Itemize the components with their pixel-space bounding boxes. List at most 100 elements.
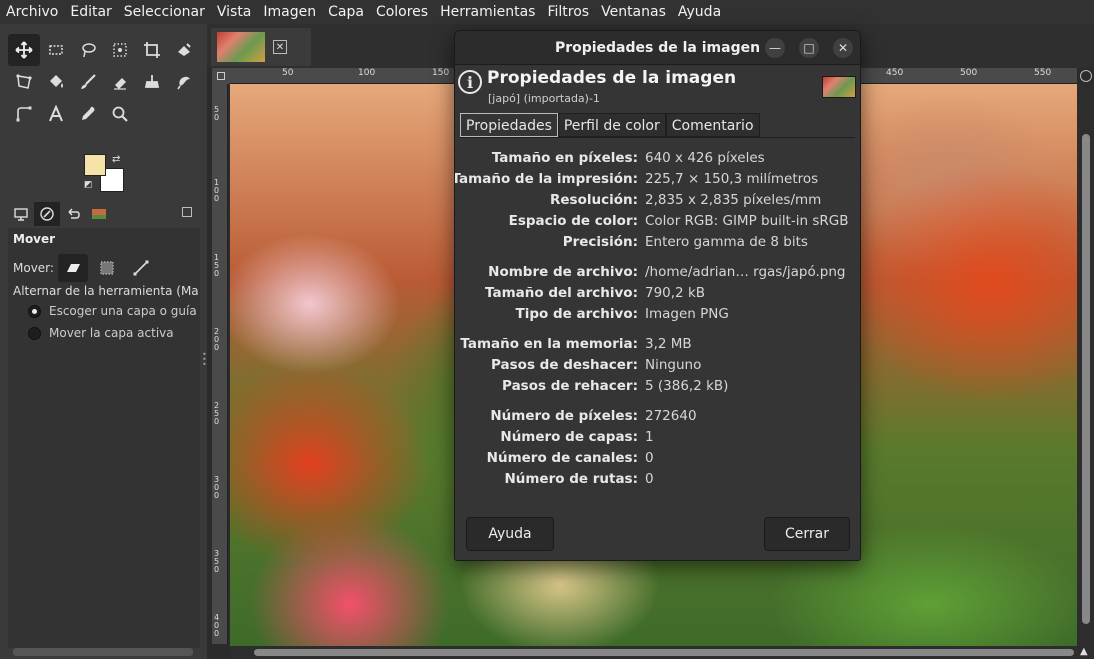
menu-ventanas[interactable]: Ventanas [595, 0, 672, 24]
device-status-tab-icon[interactable] [34, 202, 60, 226]
menu-colores[interactable]: Colores [370, 0, 434, 24]
ruler-v-label: 5 0 [214, 105, 220, 122]
menu-vista[interactable]: Vista [211, 0, 258, 24]
tab-comentario[interactable]: Comentario [665, 113, 760, 137]
dialog-titlebar[interactable]: Propiedades de la imagen — □ ✕ [455, 31, 860, 65]
property-label: Resolución: [549, 192, 638, 208]
property-label: Tamaño del archivo: [485, 285, 638, 301]
dock-resize-handle[interactable]: • • • [202, 351, 207, 369]
property-row: Número de canales: 0 [460, 450, 855, 471]
move-tool-icon[interactable] [8, 34, 40, 66]
ruler-h-label: 500 [960, 68, 978, 78]
navigate-icon[interactable] [1080, 70, 1092, 82]
zoom-toggle-icon[interactable]: ▲ [1080, 646, 1088, 657]
horizontal-scrollbar-thumb[interactable] [254, 649, 1074, 656]
radio-move-active-dot[interactable] [28, 326, 41, 340]
menu-seleccionar[interactable]: Seleccionar [118, 0, 211, 24]
help-button[interactable]: Ayuda [466, 517, 554, 551]
property-value: 3,2 MB [645, 336, 692, 352]
property-value: Imagen PNG [645, 306, 729, 322]
tab-propiedades[interactable]: Propiedades [460, 113, 558, 137]
move-mode-label: Mover: [13, 261, 54, 275]
undo-history-tab-icon[interactable] [60, 202, 86, 226]
foreground-color[interactable] [84, 154, 106, 176]
property-row: Número de píxeles: 272640 [460, 408, 855, 429]
tool-options-scrollbar[interactable] [13, 648, 193, 656]
smudge-icon[interactable] [168, 66, 200, 98]
transform-icon[interactable] [168, 34, 200, 66]
quick-mask-icon [217, 72, 225, 80]
property-row: Tipo de archivo: Imagen PNG [460, 306, 855, 327]
property-label: Precisión: [562, 234, 638, 250]
fuzzy-select-icon[interactable] [104, 34, 136, 66]
vertical-ruler[interactable]: 5 0 1 0 0 1 5 0 2 0 0 2 5 0 3 0 0 3 5 0 … [212, 84, 228, 644]
warp-icon[interactable] [8, 66, 40, 98]
property-value: 2,835 x 2,835 píxeles/mm [645, 192, 822, 208]
property-value: 640 x 426 píxeles [645, 150, 765, 166]
menu-filtros[interactable]: Filtros [541, 0, 595, 24]
property-row: Número de capas: 1 [460, 429, 855, 450]
property-label: Tipo de archivo: [515, 306, 638, 322]
zoom-icon[interactable] [104, 98, 136, 130]
property-label: Pasos de deshacer: [491, 357, 638, 373]
text-icon[interactable] [40, 98, 72, 130]
ruler-h-label: 100 [358, 68, 376, 78]
toolbox [8, 34, 200, 130]
bucket-icon[interactable] [40, 66, 72, 98]
menu-imagen[interactable]: Imagen [257, 0, 322, 24]
clone-icon[interactable] [136, 66, 168, 98]
menu-ayuda[interactable]: Ayuda [672, 0, 727, 24]
dialog-header-subtitle: [japó] (importada)-1 [488, 92, 600, 105]
radio-pick-layer-dot[interactable] [28, 304, 41, 318]
swap-colors-icon[interactable]: ⇄ [112, 154, 120, 165]
quick-mask-toggle[interactable] [212, 68, 230, 84]
menu-archivo[interactable]: Archivo [0, 0, 64, 24]
dock-menu-icon[interactable] [182, 207, 192, 217]
vertical-scrollbar[interactable] [1077, 84, 1094, 659]
property-row: Resolución: 2,835 x 2,835 píxeles/mm [460, 192, 855, 213]
property-label: Número de capas: [500, 429, 638, 445]
property-row: Tamaño de la impresión: 225,7 × 150,3 mil… [455, 171, 855, 192]
eraser-icon[interactable] [104, 66, 136, 98]
close-button[interactable]: Cerrar [764, 517, 850, 551]
property-value: 272640 [645, 408, 697, 424]
move-path-mode-icon[interactable] [126, 254, 156, 282]
image-tab-thumbnail [217, 32, 265, 62]
crop-icon[interactable] [136, 34, 168, 66]
menu-capa[interactable]: Capa [322, 0, 370, 24]
property-value: 5 (386,2 kB) [645, 378, 729, 394]
maximize-icon[interactable]: □ [799, 38, 819, 58]
vertical-scrollbar-thumb[interactable] [1082, 134, 1090, 624]
property-value: 0 [645, 471, 654, 487]
rect-select-icon[interactable] [40, 34, 72, 66]
lasso-icon[interactable] [72, 34, 104, 66]
dialog-tabs: Propiedades Perfil de color Comentario [460, 113, 760, 137]
ruler-h-label: 450 [886, 68, 904, 78]
property-value: 225,7 × 150,3 milímetros [645, 171, 819, 187]
tool-options-panel: Mover Mover: Alternar de la herramienta … [8, 228, 200, 656]
property-value: 790,2 kB [645, 285, 706, 301]
tool-options-tab-icon[interactable] [8, 202, 34, 226]
minimize-icon[interactable]: — [765, 38, 785, 58]
move-layer-mode-icon[interactable] [57, 254, 88, 282]
property-row: Pasos de rehacer: 5 (386,2 kB) [460, 378, 855, 399]
ruler-v-label: 2 0 0 [214, 327, 220, 352]
images-tab-icon[interactable] [86, 202, 112, 226]
tab-perfil-de-color[interactable]: Perfil de color [557, 113, 666, 137]
reset-colors-icon[interactable]: ◩ [84, 180, 93, 190]
radio-move-active[interactable]: Mover la capa activa [28, 326, 174, 340]
color-picker-icon[interactable] [72, 98, 104, 130]
horizontal-scrollbar[interactable] [230, 646, 1077, 659]
radio-pick-layer[interactable]: Escoger una capa o guía [28, 304, 197, 318]
property-value: Ninguno [645, 357, 702, 373]
move-selection-mode-icon[interactable] [92, 254, 122, 282]
close-icon[interactable]: ✕ [833, 38, 853, 58]
image-preview-thumbnail [822, 76, 856, 98]
paths-icon[interactable] [8, 98, 40, 130]
image-tab[interactable]: ✕ [211, 28, 311, 66]
menu-editar[interactable]: Editar [64, 0, 117, 24]
menu-herramientas[interactable]: Herramientas [434, 0, 541, 24]
close-icon[interactable]: ✕ [273, 40, 287, 54]
property-label: Número de píxeles: [490, 408, 638, 424]
paintbrush-icon[interactable] [72, 66, 104, 98]
